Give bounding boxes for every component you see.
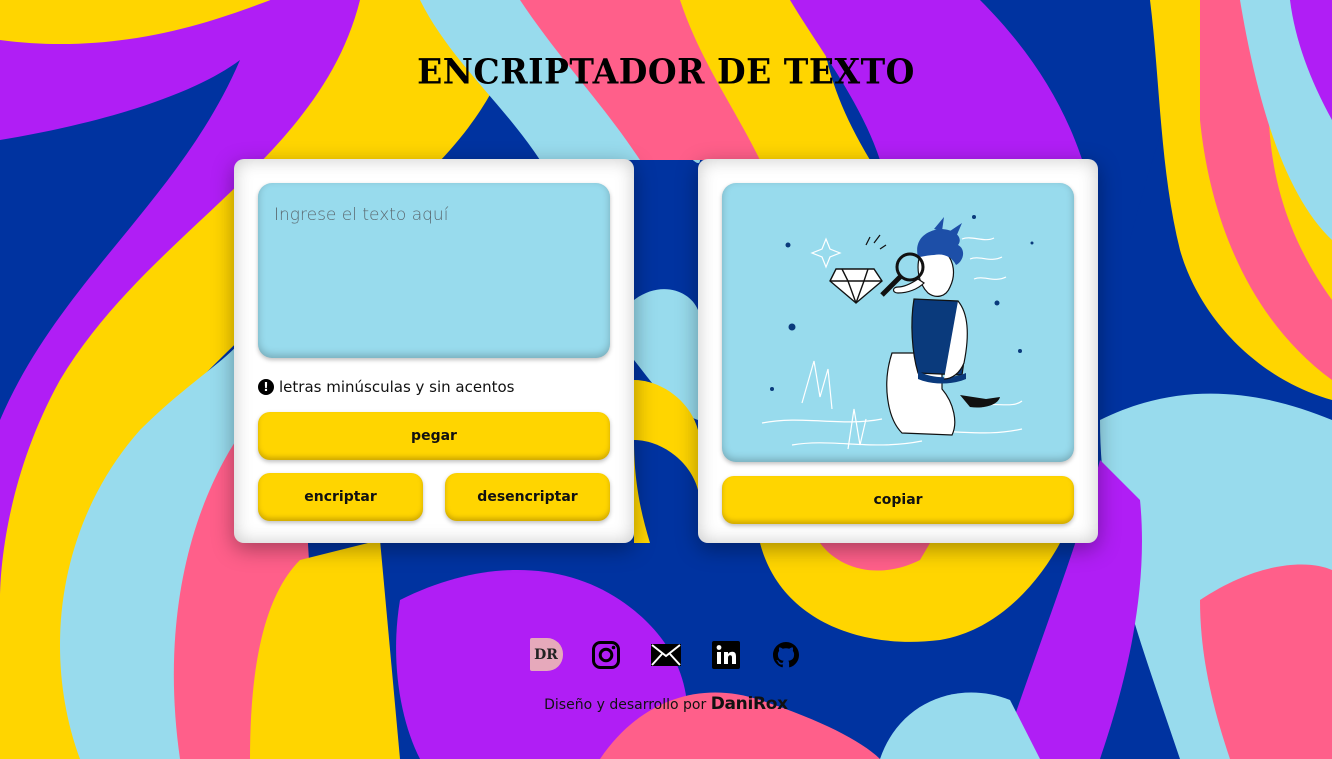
encrypt-button[interactable]: encriptar [258, 473, 423, 521]
input-card: ! letras minúsculas y sin acentos pegar … [234, 159, 634, 543]
decrypt-button[interactable]: desencriptar [445, 473, 610, 521]
social-links: DR [0, 638, 1332, 671]
person-magnifying-glass-diamond-illustration [761, 215, 1034, 450]
exclamation-circle-icon: ! [258, 379, 274, 395]
input-hint: ! letras minúsculas y sin acentos [258, 378, 514, 396]
paste-button[interactable]: pegar [258, 412, 610, 460]
copy-button[interactable]: copiar [722, 476, 1074, 524]
linkedin-icon[interactable] [710, 638, 743, 671]
footer-prefix: Diseño y desarrollo por [544, 697, 707, 713]
instagram-icon[interactable] [590, 638, 623, 671]
dr-logo-icon[interactable]: DR [529, 638, 563, 671]
footer-brand[interactable]: DaniRox [711, 694, 788, 714]
page-title: ENCRIPTADOR DE TEXTO [417, 51, 915, 92]
text-input[interactable] [258, 183, 610, 358]
email-icon[interactable] [650, 638, 683, 671]
dr-logo-text: DR [529, 638, 563, 671]
github-icon[interactable] [770, 638, 803, 671]
footer-credit: Diseño y desarrollo por DaniRox [0, 694, 1332, 714]
output-area [722, 183, 1074, 462]
hint-text: letras minúsculas y sin acentos [279, 378, 515, 396]
output-card: copiar [698, 159, 1098, 543]
